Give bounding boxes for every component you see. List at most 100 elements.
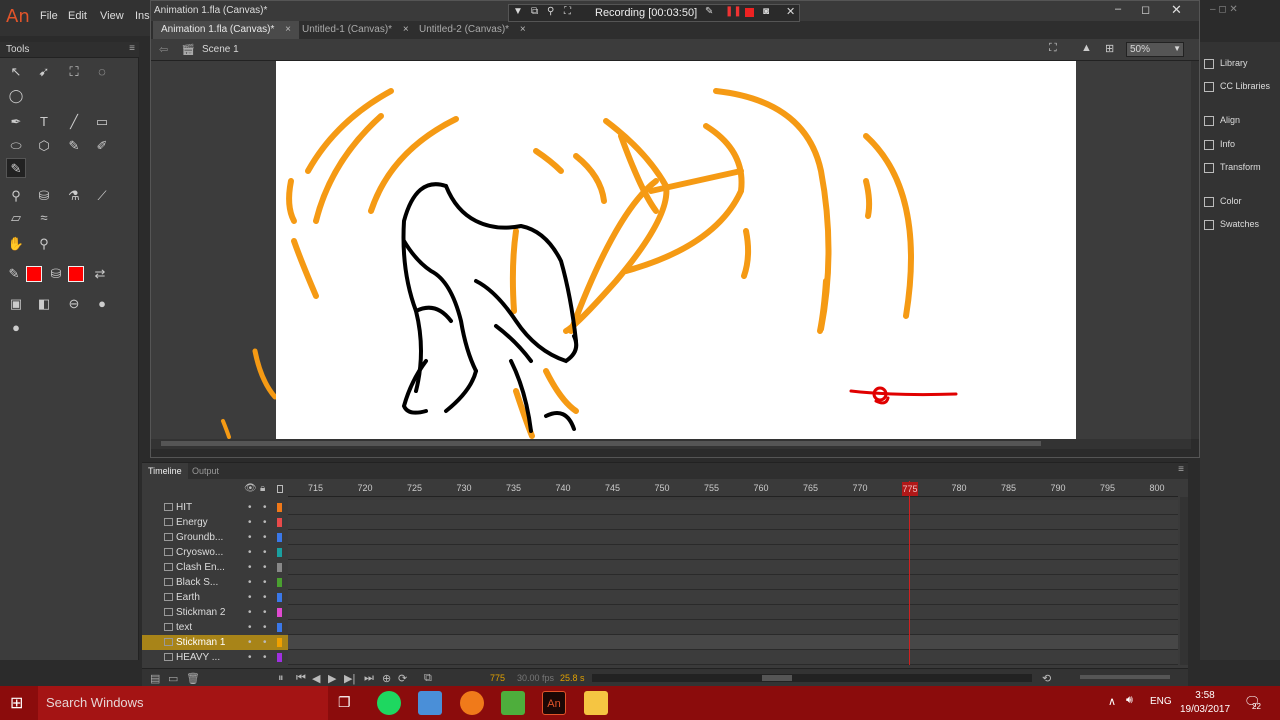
- paint-bucket-icon[interactable]: ⛁: [34, 186, 54, 206]
- stop-icon[interactable]: [745, 8, 754, 17]
- frame-row[interactable]: [288, 620, 1178, 635]
- dropdown-icon[interactable]: ▼: [513, 6, 523, 17]
- ink-bottle-icon[interactable]: ⚗: [64, 186, 84, 206]
- brush-shape-icon[interactable]: ●: [6, 318, 26, 338]
- eyedropper-icon[interactable]: ⟋: [92, 186, 112, 206]
- visibility-dot[interactable]: •: [248, 620, 252, 635]
- visibility-dot[interactable]: •: [248, 530, 252, 545]
- timeline-vscroll[interactable]: [1180, 497, 1188, 665]
- zoom-icon[interactable]: ⚲: [547, 6, 554, 17]
- close-tab-icon[interactable]: ×: [520, 24, 526, 35]
- visibility-dot[interactable]: •: [248, 545, 252, 560]
- layer-color-swatch[interactable]: [277, 578, 282, 587]
- pencil-tool-icon[interactable]: ✎: [64, 136, 84, 156]
- panel-menu-icon[interactable]: ≡: [129, 43, 135, 54]
- polystar-tool-icon[interactable]: ⬡: [34, 136, 54, 156]
- clip-content-icon[interactable]: ⊞: [1105, 42, 1114, 55]
- lock-dot[interactable]: •: [263, 605, 267, 620]
- scroll-thumb[interactable]: [762, 675, 792, 681]
- current-frame[interactable]: 775: [490, 673, 505, 683]
- language-indicator[interactable]: ENG: [1150, 696, 1172, 707]
- panel-transform[interactable]: Transform: [1204, 156, 1261, 178]
- subselection-tool-icon[interactable]: ➹: [34, 62, 54, 82]
- brush-tool-icon[interactable]: ✎: [6, 158, 26, 178]
- volume-icon[interactable]: 🔊︎: [1126, 694, 1133, 707]
- lock-dot[interactable]: •: [263, 515, 267, 530]
- menu-insert[interactable]: Ins: [135, 10, 150, 22]
- layer-color-swatch[interactable]: [277, 638, 282, 647]
- lock-dot[interactable]: •: [263, 500, 267, 515]
- layer-row[interactable]: text • •: [142, 620, 288, 635]
- animate-app-icon[interactable]: An: [542, 691, 566, 715]
- play-icon[interactable]: ▶: [328, 672, 336, 685]
- close-icon[interactable]: ✕: [1171, 2, 1182, 18]
- close-tab-icon[interactable]: ×: [285, 24, 291, 35]
- frame-row[interactable]: [288, 500, 1178, 515]
- visibility-dot[interactable]: •: [248, 635, 252, 650]
- file-explorer-icon[interactable]: [584, 691, 608, 715]
- pause-icon[interactable]: ❚❚: [725, 6, 742, 17]
- layer-row[interactable]: Stickman 1 • •: [142, 635, 288, 650]
- lock-fill-icon[interactable]: ◧: [34, 294, 54, 314]
- layer-row[interactable]: Earth • •: [142, 590, 288, 605]
- oval-tool-icon[interactable]: ⬭: [6, 136, 26, 156]
- pause-icon[interactable]: ⏸︎: [278, 672, 284, 685]
- menu-file[interactable]: File: [40, 10, 58, 22]
- frame-row[interactable]: [288, 605, 1178, 620]
- window-icon[interactable]: ⧉: [531, 6, 538, 17]
- new-folder-icon[interactable]: ▭: [168, 672, 178, 685]
- minimize-icon[interactable]: –: [1115, 3, 1121, 15]
- layer-color-swatch[interactable]: [277, 623, 282, 632]
- windows-start-icon[interactable]: ⊞: [10, 693, 23, 713]
- frame-rate[interactable]: 30.00 fps: [517, 673, 554, 683]
- lasso-icon[interactable]: ◯: [6, 86, 26, 106]
- visibility-dot[interactable]: •: [248, 590, 252, 605]
- paint-brush-icon[interactable]: ✐: [92, 136, 112, 156]
- undo-icon[interactable]: ⟲: [1042, 672, 1051, 685]
- text-tool-icon[interactable]: T: [34, 112, 54, 132]
- tab-timeline[interactable]: Timeline: [142, 463, 188, 479]
- task-view-icon[interactable]: ❐: [338, 694, 351, 711]
- remote-desktop-icon[interactable]: [418, 691, 442, 715]
- lock-dot[interactable]: •: [263, 575, 267, 590]
- region-icon[interactable]: ⛶: [564, 6, 571, 17]
- tab-output[interactable]: Output: [192, 463, 219, 479]
- timeline-hscroll[interactable]: [592, 674, 1032, 682]
- zoom-select[interactable]: 50% ▼: [1126, 42, 1184, 57]
- tab-untitled-2[interactable]: Untitled-2 (Canvas)* ×: [411, 21, 534, 39]
- horizontal-scrollbar[interactable]: [151, 439, 1191, 449]
- visibility-dot[interactable]: •: [248, 515, 252, 530]
- vertical-scrollbar[interactable]: [1191, 61, 1199, 439]
- menu-edit[interactable]: Edit: [68, 10, 87, 22]
- step-forward-icon[interactable]: ▶|: [344, 672, 355, 685]
- 3d-rotation-icon[interactable]: ◌: [92, 62, 112, 82]
- frame-row[interactable]: [288, 515, 1178, 530]
- panel-library[interactable]: Library: [1204, 52, 1248, 74]
- layer-row[interactable]: HEAVY ... • •: [142, 650, 288, 665]
- layer-row[interactable]: Clash En... • •: [142, 560, 288, 575]
- back-arrow-icon[interactable]: ⇦: [159, 43, 168, 56]
- lock-dot[interactable]: •: [263, 545, 267, 560]
- edit-scene-icon[interactable]: ▲: [1081, 42, 1092, 54]
- stage-center-icon[interactable]: ⛶: [1049, 42, 1057, 55]
- selection-tool-icon[interactable]: ↖: [6, 62, 26, 82]
- last-frame-icon[interactable]: ⏭︎: [364, 672, 374, 685]
- lock-dot[interactable]: •: [263, 590, 267, 605]
- outline-icon[interactable]: [277, 485, 283, 493]
- visibility-dot[interactable]: •: [248, 560, 252, 575]
- stroke-color-swatch[interactable]: [26, 266, 42, 282]
- scroll-thumb[interactable]: [161, 441, 1041, 446]
- lock-dot[interactable]: •: [263, 560, 267, 575]
- visibility-dot[interactable]: •: [248, 500, 252, 515]
- frame-row[interactable]: [288, 545, 1178, 560]
- scene-name[interactable]: Scene 1: [202, 44, 239, 55]
- lock-dot[interactable]: •: [263, 530, 267, 545]
- layer-row[interactable]: Groundb... • •: [142, 530, 288, 545]
- fill-color-swatch[interactable]: [68, 266, 84, 282]
- rectangle-tool-icon[interactable]: ▭: [92, 112, 112, 132]
- frame-row[interactable]: [288, 635, 1178, 650]
- lock-dot[interactable]: •: [263, 620, 267, 635]
- maximize-icon[interactable]: ◻: [1141, 3, 1150, 16]
- pen-icon[interactable]: ✎: [705, 6, 713, 17]
- layer-row[interactable]: Black S... • •: [142, 575, 288, 590]
